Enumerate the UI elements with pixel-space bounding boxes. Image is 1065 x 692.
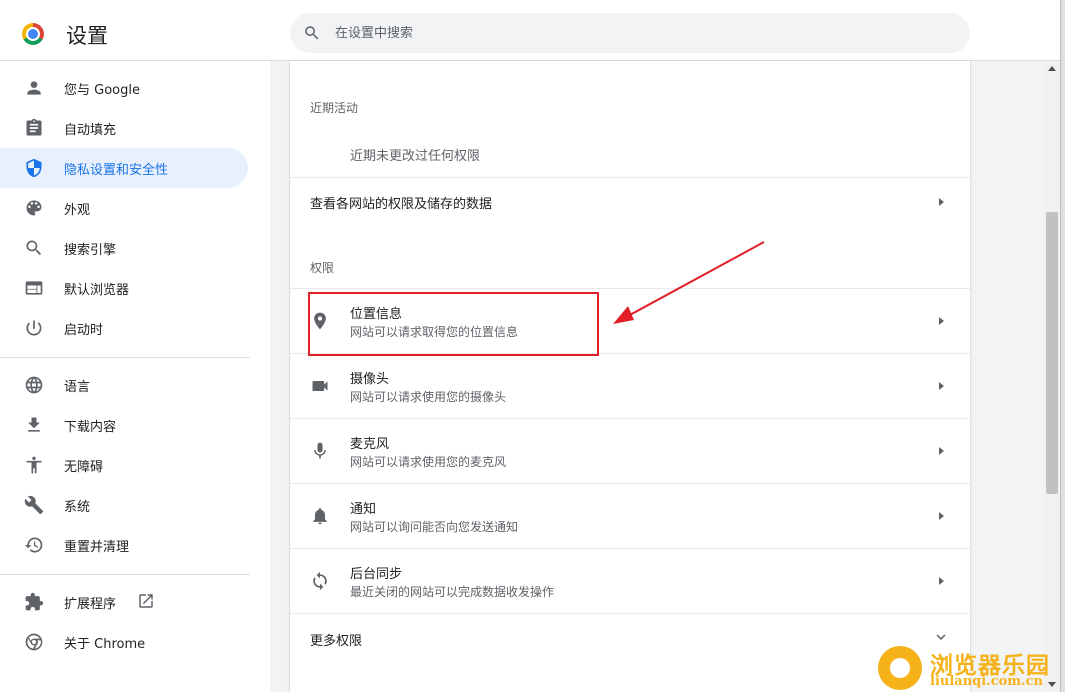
- open-in-new-icon: [137, 592, 155, 610]
- sidebar-item-languages[interactable]: 语言: [0, 365, 248, 405]
- history-reset-icon: [24, 535, 44, 555]
- sidebar-item-default-browser[interactable]: 默认浏览器: [0, 268, 248, 308]
- search-icon: [24, 238, 44, 258]
- sidebar-item-label: 外观: [64, 203, 91, 218]
- wrench-icon: [24, 495, 44, 515]
- permission-title: 后台同步: [350, 567, 403, 582]
- sidebar-item-appearance[interactable]: 外观: [0, 188, 248, 228]
- accessibility-icon: [24, 455, 44, 475]
- sidebar-item-label: 自动填充: [64, 123, 117, 138]
- sidebar-item-privacy-security[interactable]: 隐私设置和安全性: [0, 148, 248, 188]
- permission-row-microphone[interactable]: 麦克风 网站可以请求使用您的麦克风: [290, 418, 970, 483]
- sidebar-item-label: 扩展程序: [64, 597, 117, 612]
- sidebar-item-label: 默认浏览器: [64, 283, 130, 298]
- permission-title: 通知: [350, 502, 377, 517]
- top-bar: 设置: [0, 0, 1060, 61]
- recent-activity-heading: 近期活动: [310, 101, 359, 115]
- recent-activity-empty-text: 近期未更改过任何权限: [350, 149, 481, 164]
- permission-title: 摄像头: [350, 372, 390, 387]
- sidebar-item-downloads[interactable]: 下载内容: [0, 405, 248, 445]
- permission-row-background-sync[interactable]: 后台同步 最近关闭的网站可以完成数据收发操作: [290, 548, 970, 613]
- sidebar-item-about-chrome[interactable]: 关于 Chrome: [0, 622, 248, 662]
- permission-subtitle: 最近关闭的网站可以完成数据收发操作: [350, 585, 555, 599]
- chevron-right-icon: [939, 382, 944, 390]
- chrome-logo-icon: [22, 23, 44, 45]
- permission-title: 麦克风: [350, 437, 390, 452]
- sidebar-divider: [0, 574, 250, 575]
- sidebar: 您与 Google 自动填充 隐私设置和安全性 外观 搜索引擎 默认浏览器 启动…: [0, 61, 270, 692]
- permission-subtitle: 网站可以请求使用您的麦克风: [350, 455, 507, 469]
- sidebar-item-label: 下载内容: [64, 420, 117, 435]
- clipboard-icon: [24, 118, 44, 138]
- sidebar-item-system[interactable]: 系统: [0, 485, 248, 525]
- watermark: 浏览器乐园 liulanqi.com.cn: [876, 644, 1056, 692]
- sidebar-item-label: 启动时: [64, 323, 104, 338]
- chevron-right-icon: [939, 512, 944, 520]
- search-input[interactable]: [335, 25, 935, 41]
- permission-row-camera[interactable]: 摄像头 网站可以请求使用您的摄像头: [290, 353, 970, 418]
- permission-subtitle: 网站可以询问能否向您发送通知: [350, 520, 519, 534]
- puzzle-icon: [24, 592, 44, 612]
- watermark-url: liulanqi.com.cn: [930, 674, 1043, 689]
- sidebar-item-label: 无障碍: [64, 460, 104, 475]
- videocam-icon: [310, 376, 330, 396]
- page-title: 设置: [66, 24, 108, 48]
- view-site-permissions-link[interactable]: 查看各网站的权限及储存的数据: [290, 177, 970, 225]
- chevron-right-icon: [939, 198, 944, 206]
- search-box[interactable]: [290, 13, 970, 53]
- palette-icon: [24, 198, 44, 218]
- chevron-right-icon: [939, 577, 944, 585]
- shield-icon: [24, 158, 44, 178]
- globe-icon: [24, 375, 44, 395]
- sidebar-item-label: 系统: [64, 500, 91, 515]
- search-icon: [305, 26, 319, 40]
- sidebar-item-on-startup[interactable]: 启动时: [0, 308, 248, 348]
- chevron-right-icon: [939, 317, 944, 325]
- person-icon: [24, 78, 44, 98]
- bell-icon: [310, 506, 330, 526]
- chevron-right-icon: [939, 447, 944, 455]
- sidebar-item-label: 语言: [64, 380, 91, 395]
- sidebar-item-you-and-google[interactable]: 您与 Google: [0, 68, 248, 108]
- sidebar-item-label: 您与 Google: [64, 83, 140, 98]
- power-icon: [24, 318, 44, 338]
- sidebar-item-reset-cleanup[interactable]: 重置并清理: [0, 525, 248, 565]
- more-permissions-expander[interactable]: 更多权限: [290, 613, 970, 661]
- sidebar-divider: [0, 357, 250, 358]
- window-edge-line: [1060, 0, 1061, 692]
- permission-row-notifications[interactable]: 通知 网站可以询问能否向您发送通知: [290, 483, 970, 548]
- sidebar-item-search-engine[interactable]: 搜索引擎: [0, 228, 248, 268]
- privacy-settings-card: 近期活动 近期未更改过任何权限 查看各网站的权限及储存的数据 权限 位置信息 网…: [290, 61, 970, 692]
- sidebar-item-accessibility[interactable]: 无障碍: [0, 445, 248, 485]
- watermark-logo-icon: [878, 646, 922, 690]
- sidebar-item-label: 关于 Chrome: [64, 637, 146, 652]
- sidebar-item-extensions[interactable]: 扩展程序: [0, 582, 248, 622]
- chrome-icon: [24, 632, 44, 652]
- sidebar-item-label: 隐私设置和安全性: [64, 163, 169, 178]
- permissions-heading: 权限: [310, 261, 335, 275]
- sidebar-item-label: 搜索引擎: [64, 243, 117, 258]
- permission-subtitle: 网站可以请求使用您的摄像头: [350, 390, 507, 404]
- scroll-up-arrow-icon[interactable]: [1048, 66, 1056, 71]
- annotation-highlight-box: [308, 292, 599, 356]
- sync-icon: [310, 571, 330, 591]
- scrollbar-thumb[interactable]: [1046, 212, 1058, 494]
- more-permissions-label: 更多权限: [310, 634, 363, 649]
- mic-icon: [310, 441, 330, 461]
- download-icon: [24, 415, 44, 435]
- sidebar-item-autofill[interactable]: 自动填充: [0, 108, 248, 148]
- view-site-permissions-label: 查看各网站的权限及储存的数据: [310, 197, 493, 212]
- sidebar-item-label: 重置并清理: [64, 540, 130, 555]
- browser-window-icon: [24, 278, 44, 298]
